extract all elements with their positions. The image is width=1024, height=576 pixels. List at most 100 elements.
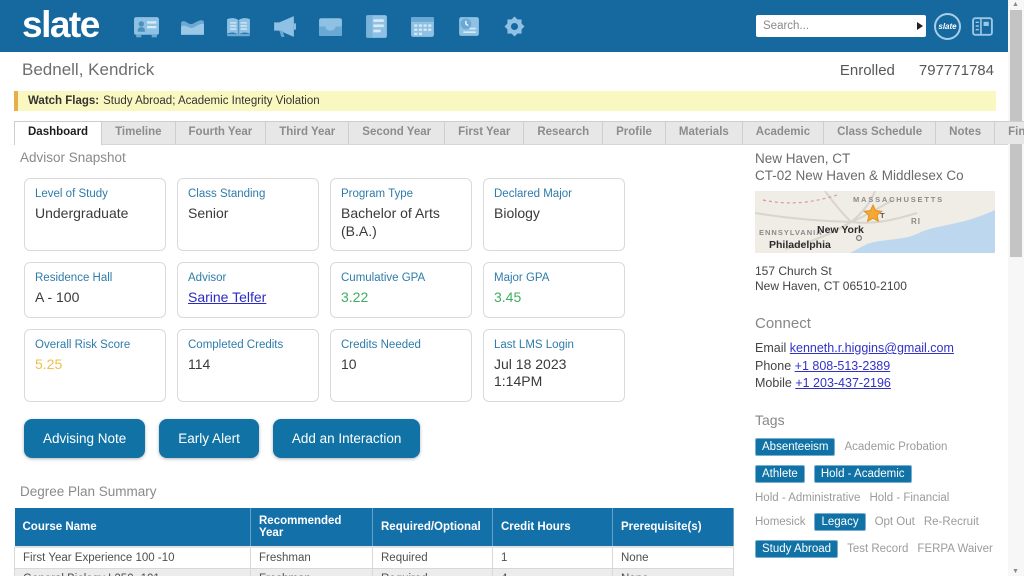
tab-academic[interactable]: Academic — [742, 121, 824, 144]
svg-text:ENNSYLVANIA: ENNSYLVANIA — [759, 228, 823, 237]
page-scrollbar[interactable]: ▲ ▼ — [1008, 0, 1024, 576]
panels-icon[interactable] — [969, 13, 996, 40]
email-row: Email kenneth.r.higgins@gmail.com — [755, 340, 995, 358]
col-recommended-year: Recommended Year — [251, 508, 373, 547]
location-city: New Haven, CT — [755, 150, 995, 167]
card-last-lms-login: Last LMS Login Jul 18 2023 1:14PM — [483, 329, 625, 402]
mobile-row: Mobile +1 203-437-2196 — [755, 375, 995, 393]
gear-icon[interactable] — [501, 13, 528, 40]
document-list-icon[interactable] — [363, 13, 390, 40]
tab-timeline[interactable]: Timeline — [101, 121, 175, 144]
card-declared-major: Declared Major Biology — [483, 178, 625, 251]
tab-third-year[interactable]: Third Year — [265, 121, 349, 144]
open-book-icon[interactable] — [225, 13, 252, 40]
right-sidebar: New Haven, CT CT-02 New Haven & Middlese… — [755, 150, 995, 576]
tab-research[interactable]: Research — [523, 121, 603, 144]
tab-fourth-year[interactable]: Fourth Year — [175, 121, 267, 144]
scroll-down-icon[interactable]: ▼ — [1012, 568, 1019, 575]
advisor-snapshot-title: Advisor Snapshot — [20, 150, 740, 165]
advisor-link[interactable]: Sarine Telfer — [188, 289, 266, 305]
phone-row: Phone +1 808-513-2389 — [755, 358, 995, 376]
svg-text:RI: RI — [911, 217, 921, 226]
watch-flags-value: Study Abroad; Academic Integrity Violati… — [103, 95, 320, 107]
watch-flags-label: Watch Flags: — [28, 95, 99, 107]
card-program-type: Program Type Bachelor of Arts (B.A.) — [330, 178, 472, 251]
mailing-address: 157 Church St New Haven, CT 06510-2100 — [755, 264, 995, 294]
slate-student-dashboard: slate — [0, 0, 1024, 576]
card-major-gpa: Major GPA 3.45 — [483, 262, 625, 318]
tab-dashboard[interactable]: Dashboard — [14, 121, 102, 145]
email-link[interactable]: kenneth.r.higgins@gmail.com — [790, 341, 954, 355]
tab-notes[interactable]: Notes — [935, 121, 995, 144]
tag-cloud: Absenteeism Academic Probation Athlete H… — [755, 438, 995, 558]
slate-logo[interactable]: slate — [22, 6, 99, 47]
tab-financial-aid[interactable]: Financial Aid — [994, 121, 1024, 144]
tag-academic-probation[interactable]: Academic Probation — [844, 441, 947, 453]
tag-hold-administrative[interactable]: Hold - Administrative — [755, 492, 860, 504]
tag-opt-out[interactable]: Opt Out — [875, 516, 915, 528]
card-credits-needed: Credits Needed 10 — [330, 329, 472, 402]
card-overall-risk-score: Overall Risk Score 5.25 — [24, 329, 166, 402]
card-residence-hall: Residence Hall A - 100 — [24, 262, 166, 318]
card-advisor: Advisor Sarine Telfer — [177, 262, 319, 318]
tag-hold-academic[interactable]: Hold - Academic — [814, 465, 912, 483]
table-row: General Biology I 250 -101 Freshman Requ… — [15, 568, 734, 576]
col-required-optional: Required/Optional — [373, 508, 493, 547]
tab-materials[interactable]: Materials — [665, 121, 743, 144]
tag-legacy[interactable]: Legacy — [814, 513, 865, 531]
nav-icon-strip — [133, 13, 528, 40]
area-chart-icon[interactable] — [179, 13, 206, 40]
student-status-block: Enrolled 797771784 — [840, 62, 994, 79]
degree-plan-title: Degree Plan Summary — [20, 484, 740, 499]
page-title: Bednell, Kendrick — [22, 60, 154, 80]
tag-test-record[interactable]: Test Record — [847, 543, 908, 555]
top-navigation-bar: slate — [0, 0, 1008, 52]
inbox-icon[interactable] — [317, 13, 344, 40]
location-district: CT-02 New Haven & Middlesex Co — [755, 167, 995, 184]
action-button-row: Advising Note Early Alert Add an Interac… — [24, 419, 740, 458]
phone-link[interactable]: +1 808-513-2389 — [795, 359, 891, 373]
global-search[interactable] — [756, 15, 926, 37]
early-alert-button[interactable]: Early Alert — [159, 419, 259, 458]
tags-title: Tags — [755, 412, 995, 428]
tag-homesick[interactable]: Homesick — [755, 516, 805, 528]
tag-hold-financial[interactable]: Hold - Financial — [869, 492, 949, 504]
search-input[interactable] — [763, 20, 917, 32]
table-row: First Year Experience 100 -10 Freshman R… — [15, 547, 734, 569]
tag-re-recruit[interactable]: Re-Recruit — [924, 516, 979, 528]
address-line1: 157 Church St — [755, 264, 995, 279]
slate-badge-icon[interactable]: slate — [934, 13, 961, 40]
svg-text:New York: New York — [817, 224, 864, 236]
mobile-link[interactable]: +1 203-437-2196 — [795, 376, 891, 390]
tab-profile[interactable]: Profile — [602, 121, 666, 144]
reports-clock-icon[interactable] — [455, 13, 482, 40]
svg-text:Philadelphia: Philadelphia — [769, 239, 831, 251]
tab-first-year[interactable]: First Year — [444, 121, 524, 144]
address-line2: New Haven, CT 06510-2100 — [755, 279, 995, 294]
megaphone-icon[interactable] — [271, 13, 298, 40]
snapshot-card-grid: Level of Study Undergraduate Class Stand… — [24, 178, 740, 402]
table-header-row: Course Name Recommended Year Required/Op… — [15, 508, 734, 547]
location-map: MASSACHUSETTS RI ENNSYLVANIA New York Ph… — [755, 191, 995, 253]
advising-note-button[interactable]: Advising Note — [24, 419, 145, 458]
tag-athlete[interactable]: Athlete — [755, 465, 805, 483]
student-id: 797771784 — [919, 62, 994, 79]
col-course-name: Course Name — [15, 508, 251, 547]
main-content: Advisor Snapshot Level of Study Undergra… — [14, 150, 740, 576]
degree-plan-table: Course Name Recommended Year Required/Op… — [14, 508, 734, 576]
tag-absenteeism[interactable]: Absenteeism — [755, 438, 835, 456]
card-cumulative-gpa: Cumulative GPA 3.22 — [330, 262, 472, 318]
calendar-icon[interactable] — [409, 13, 436, 40]
tab-second-year[interactable]: Second Year — [348, 121, 445, 144]
tab-class-schedule[interactable]: Class Schedule — [823, 121, 936, 144]
search-submit-icon[interactable] — [917, 22, 923, 30]
tag-study-abroad[interactable]: Study Abroad — [755, 540, 838, 558]
contact-card-icon[interactable] — [133, 13, 160, 40]
add-interaction-button[interactable]: Add an Interaction — [273, 419, 421, 458]
svg-text:MASSACHUSETTS: MASSACHUSETTS — [853, 195, 944, 204]
card-completed-credits: Completed Credits 114 — [177, 329, 319, 402]
tag-ferpa-waiver[interactable]: FERPA Waiver — [917, 543, 992, 555]
col-credit-hours: Credit Hours — [493, 508, 613, 547]
contact-list: Email kenneth.r.higgins@gmail.com Phone … — [755, 340, 995, 393]
scroll-up-icon[interactable]: ▲ — [1012, 1, 1019, 8]
